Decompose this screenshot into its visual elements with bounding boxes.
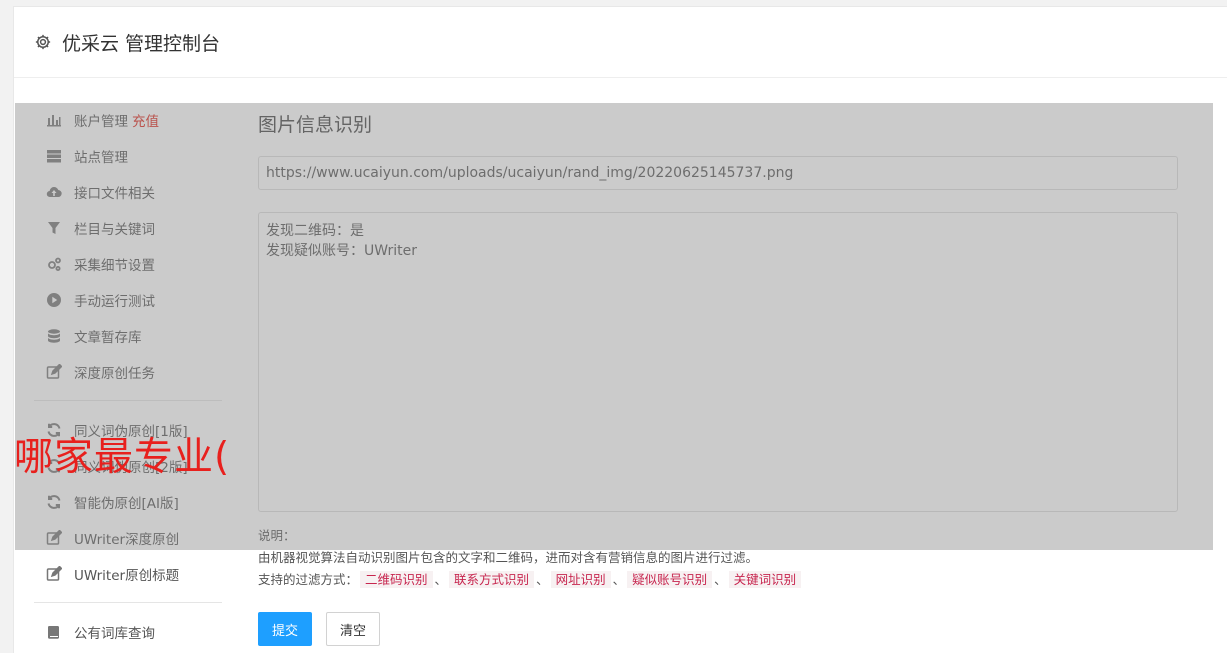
database-icon [45, 328, 62, 345]
edit-icon [45, 566, 62, 583]
result-line: 发现疑似账号：UWriter [266, 243, 417, 259]
sidebar-item-label: 手动运行测试 [74, 294, 155, 310]
sidebar-item-manual-run[interactable]: 手动运行测试 [14, 282, 226, 318]
sidebar-item-label: 采集细节设置 [74, 258, 155, 274]
refresh-icon [45, 458, 62, 475]
filter-icon [45, 220, 62, 237]
sidebar-item-label: 同义词伪原创[2版] [74, 460, 188, 476]
gear-icon [34, 33, 52, 51]
result-line: 发现二维码：是 [266, 223, 364, 239]
sidebar-item-deep-original-task[interactable]: 深度原创任务 [14, 354, 226, 390]
image-url-input[interactable] [258, 156, 1178, 190]
console-card: 优采云 管理控制台 账户管理 充值 站点管理 接口文件相关 栏目与关键词 采集细… [13, 6, 1227, 653]
sidebar-item-label: 栏目与关键词 [74, 222, 155, 238]
notes-label: 说明： [258, 528, 296, 543]
server-icon [45, 148, 62, 165]
notes: 说明： 由机器视觉算法自动识别图片包含的文字和二维码，进而对含有营销信息的图片进… [258, 525, 1178, 591]
main-content: 图片信息识别 发现二维码：是 发现疑似账号：UWriter 说明： 由机器视觉算… [258, 102, 1178, 646]
sidebar-divider [34, 602, 222, 603]
sidebar-item-label: UWriter原创标题 [74, 568, 180, 584]
sidebar-item-collect-settings[interactable]: 采集细节设置 [14, 246, 226, 282]
filter-separator: 、 [434, 572, 448, 587]
bar-chart-icon [45, 112, 62, 129]
clear-button[interactable]: 清空 [326, 612, 380, 646]
sidebar-item-label: 公有词库查询 [74, 626, 155, 642]
cloud-upload-icon [45, 184, 62, 201]
sidebar-item-interface-files[interactable]: 接口文件相关 [14, 174, 226, 210]
sidebar-item-label: 深度原创任务 [74, 366, 155, 382]
recharge-link[interactable]: 充值 [132, 110, 159, 130]
book-icon [45, 624, 62, 641]
edit-icon [45, 364, 62, 381]
refresh-icon [45, 422, 62, 439]
sidebar-item-uwriter-title[interactable]: UWriter原创标题 [14, 556, 226, 592]
sidebar-item-smart-ai[interactable]: 智能伪原创[AI版] [14, 484, 226, 520]
gears-icon [45, 256, 62, 273]
sidebar-item-synonym-v1[interactable]: 同义词伪原创[1版] [14, 412, 226, 448]
filter-tag: 关键词识别 [728, 571, 802, 588]
sidebar-item-label: UWriter深度原创 [74, 532, 180, 548]
play-circle-icon [45, 292, 62, 309]
sidebar-item-label: 智能伪原创[AI版] [74, 496, 179, 512]
sidebar-item-label: 同义词伪原创[1版] [74, 424, 188, 440]
sidebar-item-label: 文章暂存库 [74, 330, 142, 346]
refresh-icon [45, 494, 62, 511]
page-title: 优采云 管理控制台 [62, 32, 221, 55]
sidebar-divider [34, 400, 222, 401]
filter-tag: 二维码识别 [360, 571, 433, 588]
sidebar-item-article-storage[interactable]: 文章暂存库 [14, 318, 226, 354]
sidebar-item-account[interactable]: 账户管理 充值 [14, 102, 226, 138]
filter-separator: 、 [612, 572, 626, 587]
filter-separator: 、 [536, 572, 549, 587]
filters-label: 支持的过滤方式： [258, 572, 359, 587]
sidebar-item-label: 账户管理 [74, 114, 128, 130]
notes-text: 由机器视觉算法自动识别图片包含的文字和二维码，进而对含有营销信息的图片进行过滤。 [258, 550, 759, 565]
sidebar-item-label: 站点管理 [74, 150, 128, 166]
edit-icon [45, 530, 62, 547]
sidebar-item-sites[interactable]: 站点管理 [14, 138, 226, 174]
submit-button[interactable]: 提交 [258, 612, 312, 646]
filters-line: 支持的过滤方式： 二维码识别、联系方式识别、网址识别、疑似账号识别、关键词识别 [258, 569, 1178, 591]
sidebar-item-categories-keywords[interactable]: 栏目与关键词 [14, 210, 226, 246]
sidebar-item-public-dictionary[interactable]: 公有词库查询 [14, 614, 226, 650]
sidebar: 账户管理 充值 站点管理 接口文件相关 栏目与关键词 采集细节设置 手动运行测试… [14, 102, 226, 650]
sidebar-item-label: 接口文件相关 [74, 186, 155, 202]
filter-tag: 联系方式识别 [449, 571, 535, 588]
sidebar-item-uwriter-deep[interactable]: UWriter深度原创 [14, 520, 226, 556]
filter-tag: 疑似账号识别 [627, 571, 713, 588]
page-header: 优采云 管理控制台 [14, 7, 1227, 78]
section-title: 图片信息识别 [258, 114, 373, 136]
filter-separator: 、 [714, 572, 727, 587]
action-buttons: 提交 清空 [258, 612, 1178, 646]
result-textarea[interactable]: 发现二维码：是 发现疑似账号：UWriter [258, 212, 1178, 512]
filter-tag: 网址识别 [550, 571, 611, 588]
sidebar-item-synonym-v2[interactable]: 同义词伪原创[2版] [14, 448, 226, 484]
